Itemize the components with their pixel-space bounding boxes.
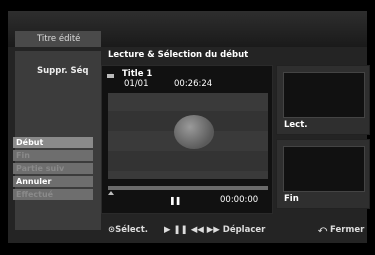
video-preview — [108, 93, 268, 179]
title-bar: Titre édité — [8, 11, 367, 47]
progress-bar[interactable] — [108, 186, 268, 190]
start-thumbnail-label: Lect. — [284, 120, 308, 130]
menu-item-annuler[interactable]: Annuler — [13, 176, 93, 187]
playback-panel: Title 1 01/01 00:26:24 ❚❚ 00:00:00 — [101, 65, 273, 214]
footer-select-hint: ⊙Sélect. — [108, 225, 149, 235]
menu-item-debut[interactable]: Début — [13, 137, 93, 148]
chapter-indicator: 01/01 — [124, 79, 149, 89]
title-name: Title 1 — [122, 69, 153, 79]
menu-item-partie-suiv[interactable]: Partie suiv — [13, 163, 93, 174]
menu-item-effectue[interactable]: Effectué — [13, 189, 93, 200]
end-thumbnail-label: Fin — [284, 194, 299, 204]
video-subject — [174, 115, 214, 149]
end-thumbnail: Fin — [276, 139, 370, 209]
time-counter: 00:00:00 — [220, 195, 259, 205]
progress-marker-icon[interactable] — [108, 191, 114, 195]
footer-close-hint: ⤺ Fermer — [318, 225, 365, 235]
mode-label: Suppr. Séq — [37, 66, 89, 76]
video-band — [108, 151, 268, 171]
start-thumbnail-screen — [283, 72, 365, 118]
section-title: Lecture & Sélection du début — [108, 50, 249, 60]
elapsed-time: 00:26:24 — [174, 79, 213, 89]
window-title: Titre édité — [15, 31, 101, 47]
pause-icon: ❚❚ — [169, 196, 181, 205]
title-icon — [107, 74, 114, 78]
end-thumbnail-screen — [283, 146, 365, 192]
start-thumbnail: Lect. — [276, 65, 370, 135]
footer-move-hint: ▶ ❚❚ ◀◀ ▶▶ Déplacer — [164, 225, 266, 235]
menu-item-fin[interactable]: Fin — [13, 150, 93, 161]
